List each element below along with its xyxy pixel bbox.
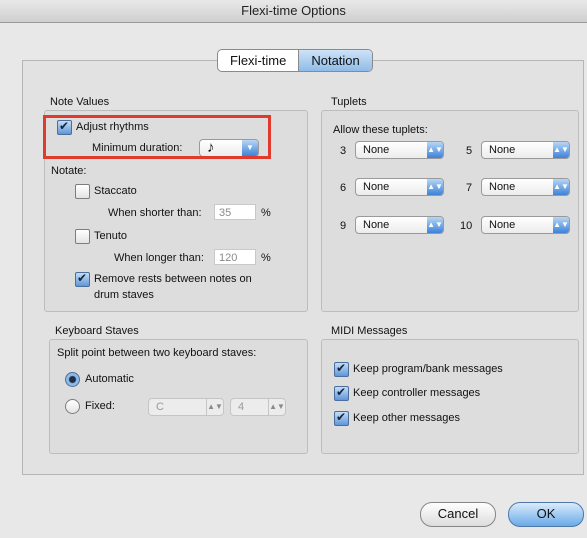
notate-label: Notate:	[51, 165, 87, 177]
tuplet-3-popup[interactable]: None ▲▼	[355, 141, 444, 159]
keep-other-checkbox[interactable]	[334, 410, 349, 426]
tenuto-value-field[interactable]: 120	[214, 249, 256, 265]
tenuto-unit: %	[261, 252, 271, 264]
keep-controller-label: Keep controller messages	[353, 387, 481, 399]
up-down-arrows-icon: ▲▼	[268, 399, 285, 415]
tenuto-longer-label: When longer than:	[114, 252, 204, 264]
up-down-arrows-icon: ▲▼	[206, 399, 223, 415]
up-down-arrows-icon: ▲▼	[427, 217, 443, 233]
tenuto-checkbox[interactable]	[75, 229, 90, 244]
staccato-shorter-label: When shorter than:	[108, 207, 202, 219]
tuplet-10-label: 10	[460, 220, 473, 232]
staccato-unit: %	[261, 207, 271, 219]
staccato-label: Staccato	[94, 185, 137, 197]
automatic-radio[interactable]	[65, 372, 80, 387]
up-down-arrows-icon: ▲▼	[553, 217, 569, 233]
tuplet-5-value: None	[489, 144, 516, 156]
up-down-arrows-icon: ▲▼	[427, 179, 443, 195]
tuplet-6-popup[interactable]: None ▲▼	[355, 178, 444, 196]
tuplets-title: Tuplets	[331, 96, 367, 108]
ok-button[interactable]: OK	[508, 502, 584, 527]
split-point-label: Split point between two keyboard staves:	[57, 347, 257, 359]
fixed-label: Fixed:	[85, 400, 115, 412]
midi-title: MIDI Messages	[331, 325, 408, 337]
keep-program-label: Keep program/bank messages	[353, 363, 503, 375]
remove-rests-checkbox[interactable]	[75, 271, 90, 287]
keep-other-label: Keep other messages	[353, 412, 461, 424]
tuplet-5-popup[interactable]: None ▲▼	[481, 141, 570, 159]
keep-controller-checkbox[interactable]	[334, 385, 349, 401]
tuplet-9-popup[interactable]: None ▲▼	[355, 216, 444, 234]
tuplet-7-value: None	[489, 181, 516, 193]
tuplet-6-label: 6	[340, 182, 347, 194]
tuplet-3-label: 3	[340, 145, 347, 157]
up-down-arrows-icon: ▲▼	[427, 142, 443, 158]
tuplet-9-value: None	[363, 219, 390, 231]
fixed-radio[interactable]	[65, 399, 80, 414]
cancel-button[interactable]: Cancel	[420, 502, 496, 527]
tuplet-10-value: None	[489, 219, 516, 231]
window-title: Flexi-time Options	[0, 0, 587, 23]
fixed-note-value: C	[156, 401, 164, 413]
fixed-octave-value: 4	[238, 401, 245, 413]
staccato-checkbox[interactable]	[75, 184, 90, 199]
keep-program-checkbox[interactable]	[334, 361, 349, 377]
remove-rests-label-1: Remove rests between notes on	[94, 273, 252, 285]
up-down-arrows-icon: ▲▼	[553, 179, 569, 195]
fixed-octave-popup[interactable]: 4 ▲▼	[230, 398, 286, 416]
tuplet-10-popup[interactable]: None ▲▼	[481, 216, 570, 234]
tuplet-9-label: 9	[340, 220, 347, 232]
tab-flexi-time[interactable]: Flexi-time	[218, 50, 298, 71]
fixed-note-popup[interactable]: C ▲▼	[148, 398, 224, 416]
highlight-box	[43, 115, 271, 159]
tuplet-7-popup[interactable]: None ▲▼	[481, 178, 570, 196]
remove-rests-label-2: drum staves	[94, 289, 154, 301]
staccato-value-field[interactable]: 35	[214, 204, 256, 220]
tenuto-label: Tenuto	[94, 230, 128, 242]
tab-bar: Flexi-time Notation	[217, 49, 373, 72]
tuplet-7-label: 7	[466, 182, 473, 194]
up-down-arrows-icon: ▲▼	[553, 142, 569, 158]
keyboard-staves-title: Keyboard Staves	[55, 325, 139, 337]
tab-notation[interactable]: Notation	[298, 50, 372, 71]
tuplet-3-value: None	[363, 144, 390, 156]
automatic-label: Automatic	[85, 373, 134, 385]
allow-tuplets-label: Allow these tuplets:	[333, 124, 428, 136]
note-values-title: Note Values	[50, 96, 110, 108]
tuplet-6-value: None	[363, 181, 390, 193]
tuplet-5-label: 5	[466, 145, 473, 157]
